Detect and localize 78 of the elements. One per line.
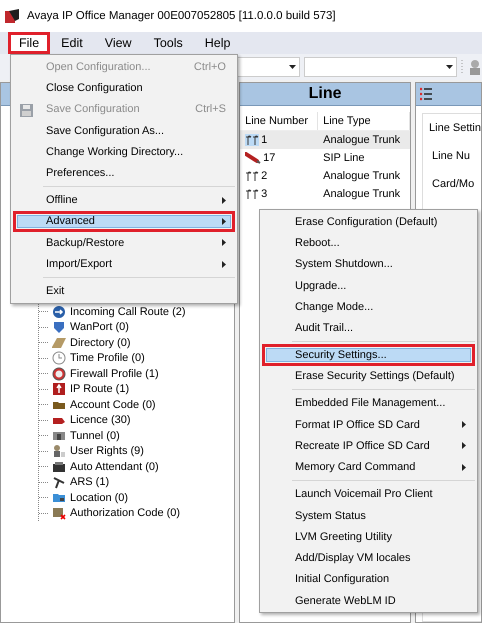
- menu-item[interactable]: Change Working Directory...: [13, 141, 235, 162]
- table-cell: 17: [263, 152, 276, 164]
- menu-item[interactable]: Save Configuration As...: [13, 120, 235, 142]
- table-cell: 2: [261, 170, 268, 182]
- dropdown-caret-icon: [446, 65, 453, 69]
- menu-item[interactable]: Upgrade...: [262, 274, 475, 296]
- table-cell: SIP Line: [323, 152, 364, 164]
- tree-item[interactable]: IP Route (1): [70, 383, 130, 396]
- menu-item[interactable]: Audit Trail...: [262, 317, 475, 339]
- panel-title: Line: [308, 85, 342, 103]
- tree-item[interactable]: Account Code (0): [70, 398, 156, 411]
- menu-item[interactable]: Offline: [13, 189, 235, 211]
- menu-item[interactable]: Reboot...: [262, 232, 475, 254]
- table-cell: Analogue Trunk: [323, 170, 400, 182]
- menu-bar-item[interactable]: Help: [196, 34, 240, 52]
- field-label: Card/Mo: [431, 178, 476, 190]
- dropdown-field[interactable]: [304, 57, 457, 77]
- menu-item[interactable]: Erase Configuration (Default): [262, 211, 475, 232]
- tree-item[interactable]: Time Profile (0): [70, 352, 145, 364]
- list-icon: [420, 87, 432, 101]
- menu-bar-item[interactable]: Edit: [52, 34, 92, 52]
- clock-icon: [52, 351, 66, 366]
- tree-item[interactable]: Firewall Profile (1): [70, 368, 159, 380]
- cable-icon: [245, 152, 262, 164]
- tree-item[interactable]: Incoming Call Route (2): [70, 306, 186, 318]
- menu-item[interactable]: Generate WebLM ID: [262, 590, 475, 612]
- tree-item[interactable]: Authorization Code (0): [70, 507, 180, 520]
- tree-item[interactable]: Auto Attendant (0): [70, 460, 159, 473]
- menu-bar-item[interactable]: File: [10, 34, 48, 52]
- menu-item[interactable]: Memory Card Command: [262, 456, 475, 478]
- arrow-circle-icon: [52, 304, 66, 319]
- menu-item[interactable]: Advanced: [13, 210, 235, 232]
- menu-item[interactable]: Embedded File Management...: [262, 392, 475, 414]
- menu-item[interactable]: Exit: [13, 280, 235, 302]
- person-icon: [52, 444, 66, 458]
- menu-bar-item[interactable]: Tools: [144, 34, 192, 52]
- column-header[interactable]: Line Type: [318, 112, 410, 130]
- table-cell: Analogue Trunk: [323, 134, 400, 146]
- tree-item[interactable]: Licence (30): [70, 414, 131, 426]
- menu-item[interactable]: Erase Security Settings (Default): [262, 366, 475, 388]
- group-title: Line Settin: [429, 122, 481, 134]
- menu-item[interactable]: LVM Greeting Utility: [262, 526, 475, 548]
- column-header[interactable]: Line Number: [240, 112, 318, 130]
- menu-item[interactable]: Preferences...: [13, 162, 235, 184]
- menu-bar-item[interactable]: View: [96, 34, 141, 52]
- menu-item[interactable]: Import/Export: [13, 253, 235, 275]
- trunk-line-icon: [245, 170, 260, 182]
- dropdown-caret-icon: [289, 65, 296, 69]
- tree-item[interactable]: WanPort (0): [70, 321, 129, 334]
- app-logo-icon: [5, 9, 21, 23]
- trunk-line-icon: [245, 134, 260, 146]
- tree-item[interactable]: User Rights (9): [70, 445, 144, 458]
- tree-item[interactable]: ARS (1): [70, 476, 110, 488]
- menu-item[interactable]: Initial Configuration: [262, 568, 475, 590]
- menu-item[interactable]: Format IP Office SD Card: [262, 414, 475, 436]
- tree-item[interactable]: Tunnel (0): [70, 430, 120, 442]
- arrow-sign-icon: [52, 382, 66, 396]
- menu-item[interactable]: Change Mode...: [262, 296, 475, 318]
- tree-item[interactable]: Location (0): [70, 492, 128, 504]
- menu-item[interactable]: Launch Voicemail Pro Client: [262, 484, 475, 505]
- menu-item[interactable]: System Shutdown...: [262, 254, 475, 275]
- menu-item[interactable]: System Status: [262, 504, 475, 526]
- table-cell: Analogue Trunk: [323, 188, 400, 200]
- tree-item[interactable]: Directory (0): [70, 336, 131, 349]
- table-cell: 1: [261, 134, 268, 146]
- toolbar-person-icon[interactable]: [468, 59, 482, 75]
- menu-item[interactable]: Backup/Restore: [13, 232, 235, 254]
- trunk-line-icon: [245, 188, 260, 200]
- field-label: Line Nu: [431, 150, 471, 162]
- menu-item[interactable]: Recreate IP Office SD Card: [262, 435, 475, 457]
- shield-icon: [52, 320, 66, 334]
- menu-item[interactable]: Close Configuration: [13, 77, 235, 99]
- table-cell: 3: [261, 188, 268, 200]
- window-title: Avaya IP Office Manager 00E007052805 [11.0.0.0 build 573]: [27, 10, 336, 22]
- menu-item[interactable]: Security Settings...: [262, 344, 475, 366]
- table-row[interactable]: 1 Analogue Trunk: [240, 131, 410, 149]
- toolbar-grip-icon: [461, 59, 464, 75]
- menu-item[interactable]: Add/Display VM locales: [262, 548, 475, 569]
